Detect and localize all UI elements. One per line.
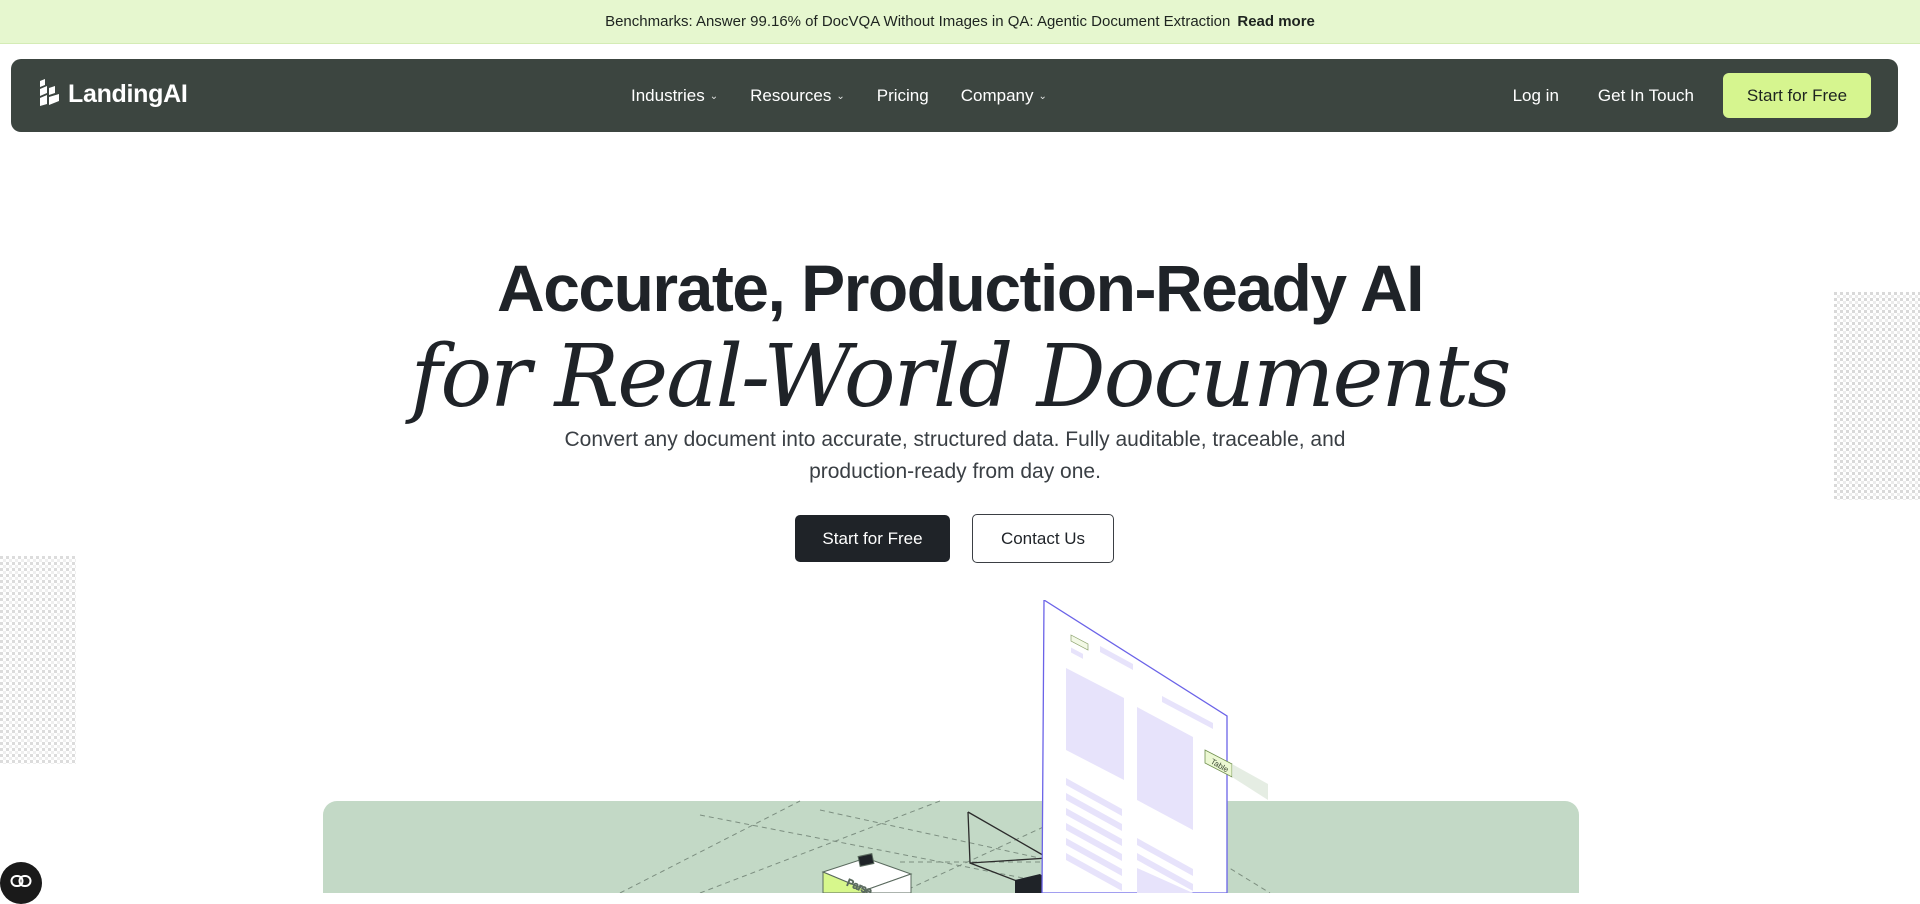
nav-item-label: Company [960, 85, 1034, 105]
banner-text: Benchmarks: Answer 99.16% of DocVQA With… [605, 13, 1231, 30]
nav-item-company[interactable]: Company ⌄ [961, 86, 1047, 106]
top-navigation: LandingAI Industries ⌄ Resources ⌄ Prici… [11, 59, 1898, 132]
nav-item-pricing[interactable]: Pricing [877, 86, 929, 106]
chat-link-icon [10, 874, 32, 893]
nav-item-resources[interactable]: Resources ⌄ [750, 86, 845, 106]
main-menu: Industries ⌄ Resources ⌄ Pricing Company… [631, 59, 1047, 132]
nav-item-label: Resources [750, 85, 832, 105]
start-for-free-nav-button[interactable]: Start for Free [1723, 73, 1871, 118]
brand-logo[interactable]: LandingAI [37, 77, 188, 112]
hero-title-line2: for Real-World Documents [410, 327, 1512, 427]
chevron-down-icon: ⌄ [709, 91, 719, 102]
read-more-link[interactable]: Read more [1237, 13, 1315, 30]
dot-pattern-decoration-right [1834, 292, 1920, 500]
logo-mark-icon [37, 77, 61, 112]
hero-subtitle: Convert any document into accurate, stru… [564, 428, 1346, 483]
brand-name: LandingAI [68, 80, 188, 108]
hero-title-line1: Accurate, Production-Ready AI [497, 251, 1424, 325]
nav-item-label: Industries [631, 85, 705, 105]
contact-us-button[interactable]: Contact Us [972, 514, 1114, 563]
nav-item-label: Pricing [876, 85, 929, 105]
announcement-banner: Benchmarks: Answer 99.16% of DocVQA With… [0, 0, 1920, 44]
chevron-down-icon: ⌄ [1038, 91, 1047, 102]
login-link[interactable]: Log in [1513, 86, 1559, 106]
chat-widget-button[interactable] [0, 862, 42, 904]
get-in-touch-link[interactable]: Get In Touch [1598, 86, 1694, 106]
nav-actions: Log in Get In Touch Start for Free [1513, 59, 1871, 132]
chevron-down-icon: ⌄ [836, 91, 845, 102]
nav-item-industries[interactable]: Industries ⌄ [631, 86, 718, 106]
hero-illustration: Parse Table [323, 600, 1579, 893]
illustration-stage [323, 801, 1579, 893]
start-for-free-button[interactable]: Start for Free [795, 515, 950, 562]
